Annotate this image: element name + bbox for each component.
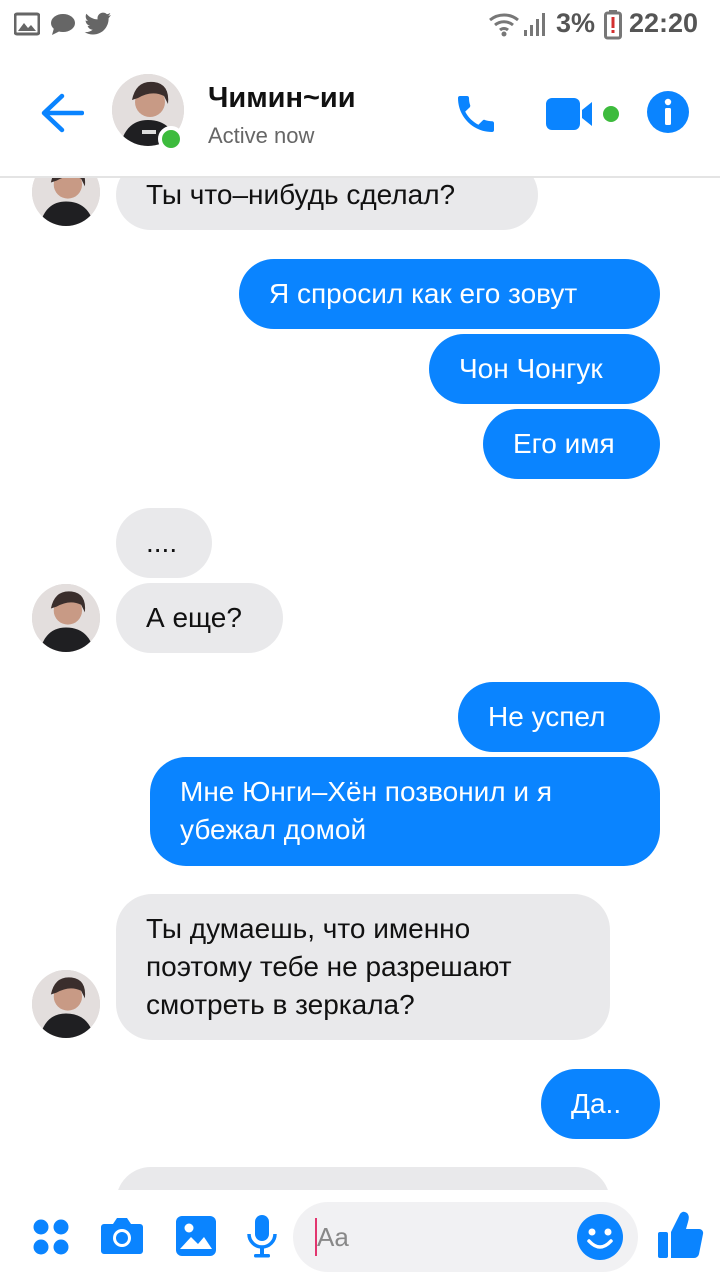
info-icon[interactable] <box>646 90 690 139</box>
message-text: Ты что–нибудь сделал? <box>146 179 456 210</box>
message-text: Да.. <box>571 1088 622 1119</box>
emoji-icon[interactable] <box>576 1213 624 1266</box>
contact-status: Active now <box>208 123 315 148</box>
twitter-icon <box>84 12 112 41</box>
message-bubble-outgoing[interactable]: Чон Чонгук <box>429 334 660 404</box>
message-text: Его имя <box>513 428 615 459</box>
thumbs-up-icon[interactable] <box>656 1210 704 1265</box>
conversation-header: Чимин~ии Active now <box>0 50 720 178</box>
camera-icon[interactable] <box>100 1216 144 1261</box>
message-bubble-incoming[interactable]: .... <box>116 508 212 578</box>
microphone-icon[interactable] <box>246 1214 278 1263</box>
message-bubble-outgoing[interactable]: Его имя <box>483 409 660 479</box>
status-bar: 3% 22:20 <box>0 0 720 50</box>
signal-icon <box>522 12 548 43</box>
message-bubble-outgoing[interactable]: Мне Юнги–Хён позвонил и я убежал домой <box>150 757 660 866</box>
message-bubble-incoming[interactable]: А еще? <box>116 583 283 653</box>
wifi-icon <box>488 11 522 42</box>
sender-avatar <box>32 584 100 652</box>
message-bubble-incoming[interactable]: Ты что–нибудь сделал? <box>116 178 538 230</box>
message-text: Я спросил как его зовут <box>269 278 578 309</box>
battery-percent: 3% <box>556 8 596 38</box>
contact-name[interactable]: Чимин~ии <box>208 82 356 115</box>
gallery-icon[interactable] <box>175 1215 217 1262</box>
message-text: Мне Юнги–Хён позвонил и я убежал домой <box>180 776 552 845</box>
message-text: Ты думаешь, что именно поэтому тебе не р… <box>146 913 512 1020</box>
gallery-notification-icon <box>13 12 41 41</box>
phone-call-icon[interactable] <box>452 90 500 143</box>
message-bubble-incoming-partial[interactable] <box>116 1167 610 1190</box>
message-list[interactable]: Ты что–нибудь сделал? Я спросил как его … <box>0 178 720 1190</box>
message-text: Чон Чонгук <box>459 353 603 384</box>
video-call-icon[interactable] <box>546 96 598 137</box>
back-arrow-icon[interactable] <box>40 92 85 139</box>
message-input[interactable]: Aa <box>293 1202 638 1272</box>
clock: 22:20 <box>629 8 699 38</box>
chat-notification-icon <box>50 12 76 41</box>
message-bubble-outgoing[interactable]: Не успел <box>458 682 660 752</box>
message-bubble-outgoing[interactable]: Да.. <box>541 1069 660 1139</box>
message-text: А еще? <box>146 602 242 633</box>
message-composer: Aa <box>0 1190 720 1280</box>
message-input-placeholder: Aa <box>317 1222 349 1252</box>
message-bubble-incoming[interactable]: Ты думаешь, что именно поэтому тебе не р… <box>116 894 610 1040</box>
video-active-dot <box>603 106 619 122</box>
more-actions-icon[interactable] <box>32 1218 70 1261</box>
sender-avatar <box>32 178 100 226</box>
sender-avatar <box>32 970 100 1038</box>
online-status-dot <box>158 126 184 152</box>
message-text: .... <box>146 527 178 558</box>
message-text: Не успел <box>488 701 606 732</box>
message-bubble-outgoing[interactable]: Я спросил как его зовут <box>239 259 660 329</box>
battery-low-icon <box>604 10 622 45</box>
